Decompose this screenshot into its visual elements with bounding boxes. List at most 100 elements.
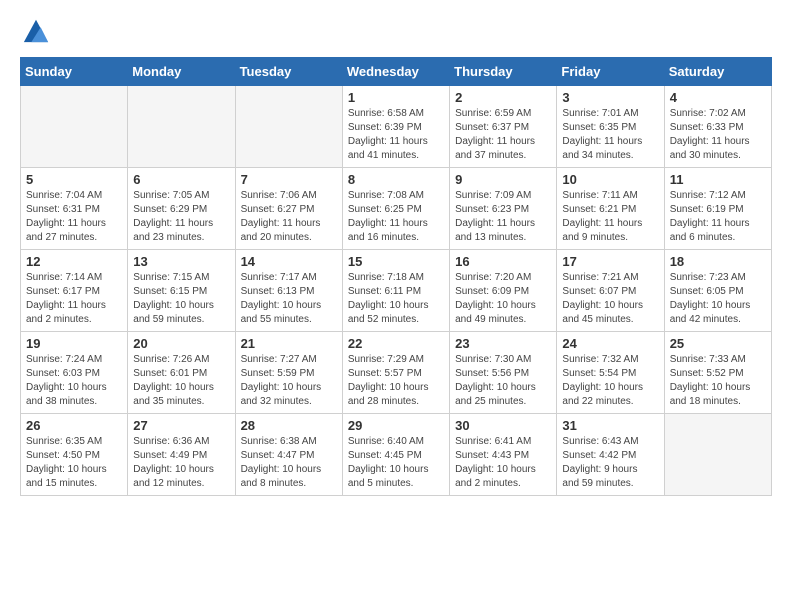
day-number: 9 bbox=[455, 172, 551, 187]
day-cell: 15 Sunrise: 7:18 AM Sunset: 6:11 PM Dayli… bbox=[342, 250, 449, 332]
day-number: 1 bbox=[348, 90, 444, 105]
day-header-tuesday: Tuesday bbox=[235, 58, 342, 86]
day-cell: 22 Sunrise: 7:29 AM Sunset: 5:57 PM Dayli… bbox=[342, 332, 449, 414]
day-cell: 29Sunrise: 6:40 AM Sunset: 4:45 PM Dayli… bbox=[342, 414, 449, 496]
day-info: Sunrise: 7:14 AM Sunset: 6:17 PM Dayligh… bbox=[26, 271, 122, 327]
day-number: 5 bbox=[26, 172, 122, 187]
day-info: Sunrise: 7:29 AM Sunset: 5:57 PM Dayligh… bbox=[348, 353, 444, 409]
day-cell bbox=[128, 86, 235, 168]
day-info: Sunrise: 6:43 AM Sunset: 4:42 PM Dayligh… bbox=[562, 435, 658, 491]
day-header-friday: Friday bbox=[557, 58, 664, 86]
day-cell: 7 Sunrise: 7:06 AM Sunset: 6:27 PM Daylig… bbox=[235, 168, 342, 250]
day-cell bbox=[21, 86, 128, 168]
day-info: Sunrise: 7:24 AM Sunset: 6:03 PM Dayligh… bbox=[26, 353, 122, 409]
day-info: Sunrise: 7:26 AM Sunset: 6:01 PM Dayligh… bbox=[133, 353, 229, 409]
calendar-body: 1 Sunrise: 6:58 AM Sunset: 6:39 PM Daylig… bbox=[21, 86, 772, 496]
day-info: Sunrise: 6:58 AM Sunset: 6:39 PM Dayligh… bbox=[348, 107, 444, 163]
day-number: 18 bbox=[670, 254, 766, 269]
day-number: 8 bbox=[348, 172, 444, 187]
day-number: 7 bbox=[241, 172, 337, 187]
day-info: Sunrise: 7:21 AM Sunset: 6:07 PM Dayligh… bbox=[562, 271, 658, 327]
day-number: 4 bbox=[670, 90, 766, 105]
calendar-table: SundayMondayTuesdayWednesdayThursdayFrid… bbox=[20, 57, 772, 496]
calendar-week-2: 5 Sunrise: 7:04 AM Sunset: 6:31 PM Daylig… bbox=[21, 168, 772, 250]
day-number: 14 bbox=[241, 254, 337, 269]
day-number: 13 bbox=[133, 254, 229, 269]
day-number: 27 bbox=[133, 418, 229, 433]
day-cell: 28 Sunrise: 6:38 AM Sunset: 4:47 PM Dayli… bbox=[235, 414, 342, 496]
day-number: 10 bbox=[562, 172, 658, 187]
day-info: Sunrise: 7:09 AM Sunset: 6:23 PM Dayligh… bbox=[455, 189, 551, 245]
calendar-week-4: 19 Sunrise: 7:24 AM Sunset: 6:03 PM Dayli… bbox=[21, 332, 772, 414]
day-cell: 20 Sunrise: 7:26 AM Sunset: 6:01 PM Dayli… bbox=[128, 332, 235, 414]
day-info: Sunrise: 7:20 AM Sunset: 6:09 PM Dayligh… bbox=[455, 271, 551, 327]
calendar-week-1: 1 Sunrise: 6:58 AM Sunset: 6:39 PM Daylig… bbox=[21, 86, 772, 168]
day-cell: 1 Sunrise: 6:58 AM Sunset: 6:39 PM Daylig… bbox=[342, 86, 449, 168]
day-info: Sunrise: 7:05 AM Sunset: 6:29 PM Dayligh… bbox=[133, 189, 229, 245]
day-number: 6 bbox=[133, 172, 229, 187]
day-cell: 31Sunrise: 6:43 AM Sunset: 4:42 PM Dayli… bbox=[557, 414, 664, 496]
calendar-week-3: 12Sunrise: 7:14 AM Sunset: 6:17 PM Dayli… bbox=[21, 250, 772, 332]
logo bbox=[20, 16, 50, 49]
day-cell: 30Sunrise: 6:41 AM Sunset: 4:43 PM Dayli… bbox=[450, 414, 557, 496]
day-info: Sunrise: 6:35 AM Sunset: 4:50 PM Dayligh… bbox=[26, 435, 122, 491]
day-cell: 6 Sunrise: 7:05 AM Sunset: 6:29 PM Daylig… bbox=[128, 168, 235, 250]
day-cell: 5 Sunrise: 7:04 AM Sunset: 6:31 PM Daylig… bbox=[21, 168, 128, 250]
day-number: 16 bbox=[455, 254, 551, 269]
day-cell: 27 Sunrise: 6:36 AM Sunset: 4:49 PM Dayli… bbox=[128, 414, 235, 496]
day-cell: 13 Sunrise: 7:15 AM Sunset: 6:15 PM Dayli… bbox=[128, 250, 235, 332]
day-info: Sunrise: 6:38 AM Sunset: 4:47 PM Dayligh… bbox=[241, 435, 337, 491]
day-number: 29 bbox=[348, 418, 444, 433]
logo-icon bbox=[22, 16, 50, 44]
day-info: Sunrise: 7:18 AM Sunset: 6:11 PM Dayligh… bbox=[348, 271, 444, 327]
day-cell: 14 Sunrise: 7:17 AM Sunset: 6:13 PM Dayli… bbox=[235, 250, 342, 332]
day-info: Sunrise: 7:02 AM Sunset: 6:33 PM Dayligh… bbox=[670, 107, 766, 163]
day-info: Sunrise: 6:36 AM Sunset: 4:49 PM Dayligh… bbox=[133, 435, 229, 491]
day-header-saturday: Saturday bbox=[664, 58, 771, 86]
day-info: Sunrise: 7:08 AM Sunset: 6:25 PM Dayligh… bbox=[348, 189, 444, 245]
day-cell: 12Sunrise: 7:14 AM Sunset: 6:17 PM Dayli… bbox=[21, 250, 128, 332]
day-cell: 26 Sunrise: 6:35 AM Sunset: 4:50 PM Dayli… bbox=[21, 414, 128, 496]
day-header-wednesday: Wednesday bbox=[342, 58, 449, 86]
day-cell: 11 Sunrise: 7:12 AM Sunset: 6:19 PM Dayli… bbox=[664, 168, 771, 250]
day-info: Sunrise: 7:01 AM Sunset: 6:35 PM Dayligh… bbox=[562, 107, 658, 163]
day-number: 28 bbox=[241, 418, 337, 433]
day-info: Sunrise: 6:59 AM Sunset: 6:37 PM Dayligh… bbox=[455, 107, 551, 163]
calendar-header: SundayMondayTuesdayWednesdayThursdayFrid… bbox=[21, 58, 772, 86]
day-cell bbox=[664, 414, 771, 496]
day-info: Sunrise: 7:12 AM Sunset: 6:19 PM Dayligh… bbox=[670, 189, 766, 245]
day-info: Sunrise: 7:06 AM Sunset: 6:27 PM Dayligh… bbox=[241, 189, 337, 245]
header-row: SundayMondayTuesdayWednesdayThursdayFrid… bbox=[21, 58, 772, 86]
day-info: Sunrise: 7:04 AM Sunset: 6:31 PM Dayligh… bbox=[26, 189, 122, 245]
day-cell: 10 Sunrise: 7:11 AM Sunset: 6:21 PM Dayli… bbox=[557, 168, 664, 250]
day-header-monday: Monday bbox=[128, 58, 235, 86]
day-info: Sunrise: 7:11 AM Sunset: 6:21 PM Dayligh… bbox=[562, 189, 658, 245]
day-number: 30 bbox=[455, 418, 551, 433]
day-header-sunday: Sunday bbox=[21, 58, 128, 86]
day-number: 2 bbox=[455, 90, 551, 105]
day-cell: 21Sunrise: 7:27 AM Sunset: 5:59 PM Dayli… bbox=[235, 332, 342, 414]
day-number: 3 bbox=[562, 90, 658, 105]
day-number: 20 bbox=[133, 336, 229, 351]
day-cell: 24Sunrise: 7:32 AM Sunset: 5:54 PM Dayli… bbox=[557, 332, 664, 414]
day-info: Sunrise: 7:33 AM Sunset: 5:52 PM Dayligh… bbox=[670, 353, 766, 409]
day-info: Sunrise: 7:23 AM Sunset: 6:05 PM Dayligh… bbox=[670, 271, 766, 327]
day-number: 19 bbox=[26, 336, 122, 351]
calendar-wrapper: SundayMondayTuesdayWednesdayThursdayFrid… bbox=[0, 57, 792, 506]
day-info: Sunrise: 7:30 AM Sunset: 5:56 PM Dayligh… bbox=[455, 353, 551, 409]
day-number: 15 bbox=[348, 254, 444, 269]
day-info: Sunrise: 7:17 AM Sunset: 6:13 PM Dayligh… bbox=[241, 271, 337, 327]
day-cell: 8 Sunrise: 7:08 AM Sunset: 6:25 PM Daylig… bbox=[342, 168, 449, 250]
day-number: 22 bbox=[348, 336, 444, 351]
day-number: 11 bbox=[670, 172, 766, 187]
day-cell: 4 Sunrise: 7:02 AM Sunset: 6:33 PM Daylig… bbox=[664, 86, 771, 168]
day-cell: 18 Sunrise: 7:23 AM Sunset: 6:05 PM Dayli… bbox=[664, 250, 771, 332]
day-cell: 25Sunrise: 7:33 AM Sunset: 5:52 PM Dayli… bbox=[664, 332, 771, 414]
day-info: Sunrise: 7:15 AM Sunset: 6:15 PM Dayligh… bbox=[133, 271, 229, 327]
day-cell: 9 Sunrise: 7:09 AM Sunset: 6:23 PM Daylig… bbox=[450, 168, 557, 250]
day-cell: 2 Sunrise: 6:59 AM Sunset: 6:37 PM Daylig… bbox=[450, 86, 557, 168]
day-cell: 19 Sunrise: 7:24 AM Sunset: 6:03 PM Dayli… bbox=[21, 332, 128, 414]
day-number: 26 bbox=[26, 418, 122, 433]
day-cell: 16 Sunrise: 7:20 AM Sunset: 6:09 PM Dayli… bbox=[450, 250, 557, 332]
day-number: 23 bbox=[455, 336, 551, 351]
